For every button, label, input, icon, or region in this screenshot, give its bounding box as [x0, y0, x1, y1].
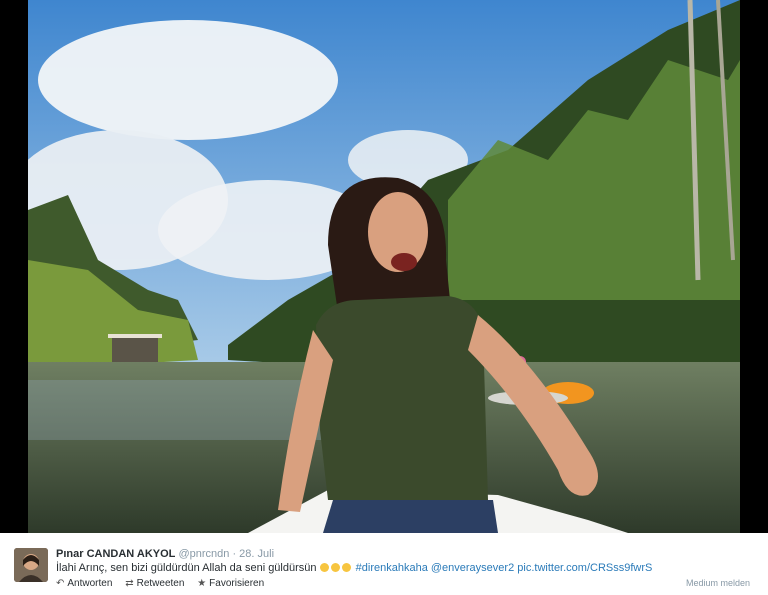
- tweet-date[interactable]: 28. Juli: [239, 548, 274, 560]
- pic-link[interactable]: pic.twitter.com/CRSss9fwrS: [517, 562, 652, 574]
- tweet-photo[interactable]: [28, 0, 740, 533]
- report-media-link[interactable]: Medium melden: [686, 578, 750, 588]
- tweet-header: Pınar CANDAN AKYOL @pnrcndn · 28. Juli: [56, 548, 274, 560]
- favorite-label: Favorisieren: [209, 578, 265, 589]
- retweet-label: Retweeten: [136, 578, 185, 589]
- laughing-emoji-icon: [330, 563, 340, 572]
- emoji-group: [319, 562, 356, 574]
- reply-arrow-icon: ↶: [56, 578, 65, 589]
- reply-button[interactable]: ↶ Antworten: [56, 578, 112, 589]
- retweet-button[interactable]: ⇄ Retweeten: [125, 578, 184, 589]
- tweet-actions: ↶ Antworten ⇄ Retweeten ★ Favorisieren: [56, 578, 274, 589]
- photo-frame: [0, 0, 768, 533]
- tweet-body-text: İlahi Arınç, sen bizi güldürdün Allah da…: [56, 562, 317, 574]
- star-icon: ★: [197, 578, 207, 589]
- tweet-text: İlahi Arınç, sen bizi güldürdün Allah da…: [56, 562, 652, 574]
- author-name[interactable]: Pınar CANDAN AKYOL: [56, 548, 175, 560]
- mention-link[interactable]: @enveraysever2: [431, 562, 514, 574]
- favorite-button[interactable]: ★ Favorisieren: [197, 578, 264, 589]
- separator-dot: ·: [232, 548, 237, 560]
- laughing-emoji-icon: [319, 563, 329, 572]
- laughing-emoji-icon: [341, 563, 351, 572]
- avatar[interactable]: [14, 548, 48, 582]
- author-handle[interactable]: @pnrcndn: [178, 548, 229, 560]
- reply-label: Antworten: [67, 578, 113, 589]
- retweet-icon: ⇄: [125, 578, 134, 589]
- hashtag-link[interactable]: #direnkahkaha: [356, 562, 428, 574]
